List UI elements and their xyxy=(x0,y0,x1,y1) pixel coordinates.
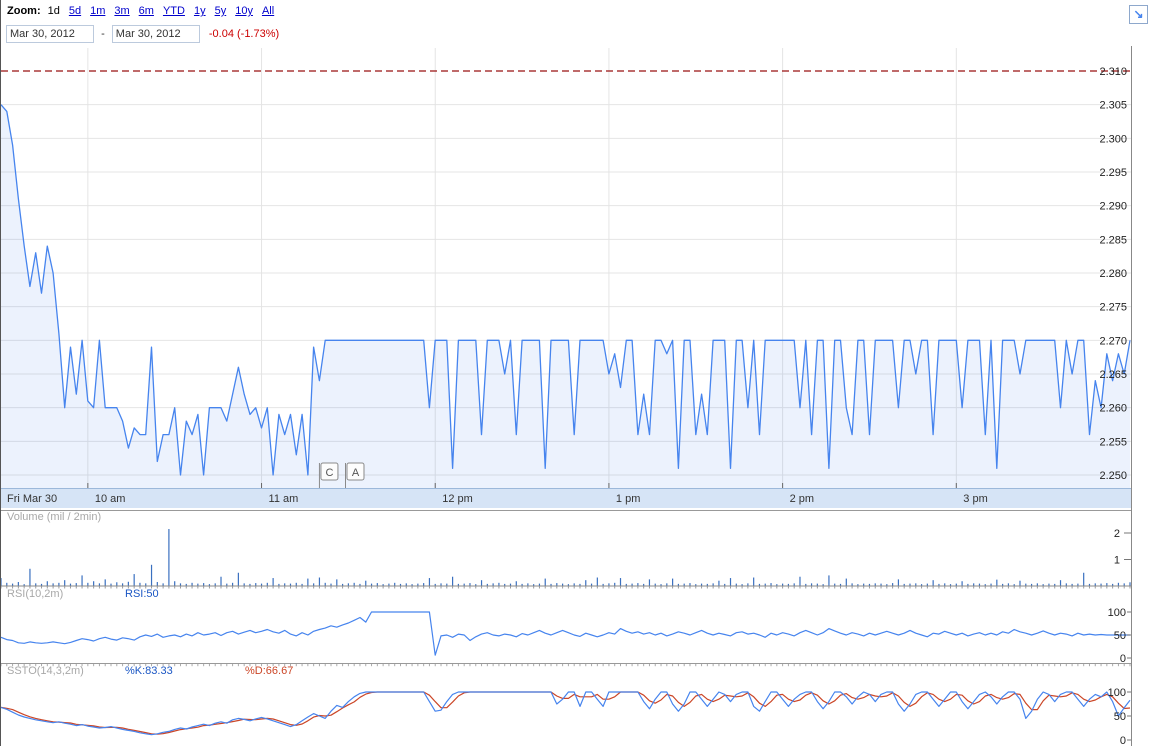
zoom-range-1m[interactable]: 1m xyxy=(90,5,105,17)
svg-text:2.280: 2.280 xyxy=(1099,268,1127,280)
date-from-input[interactable] xyxy=(6,25,94,43)
svg-text:2.295: 2.295 xyxy=(1099,167,1127,179)
rsi-panel: 050100 xyxy=(1,607,1131,665)
svg-text:2: 2 xyxy=(1114,528,1120,540)
zoom-range-5d[interactable]: 5d xyxy=(69,5,81,17)
svg-text:2.305: 2.305 xyxy=(1099,100,1127,112)
zoom-label: Zoom: xyxy=(7,5,41,17)
price-change-text: -0.04 (-1.73%) xyxy=(209,28,279,40)
svg-text:2.260: 2.260 xyxy=(1099,403,1127,415)
ssto-y-axis-labels: 0 50 100 xyxy=(1108,687,1131,746)
expand-icon[interactable]: ↘ xyxy=(1129,5,1148,24)
svg-text:2.265: 2.265 xyxy=(1099,369,1127,381)
zoom-range-YTD[interactable]: YTD xyxy=(163,5,185,17)
svg-text:100: 100 xyxy=(1108,687,1126,699)
ssto-d-readout: %D:66.67 xyxy=(245,665,293,677)
svg-text:3 pm: 3 pm xyxy=(963,493,987,505)
svg-text:50: 50 xyxy=(1114,630,1126,642)
left-border xyxy=(0,0,1,746)
svg-text:2.310: 2.310 xyxy=(1099,66,1127,78)
volume-panel: 12 xyxy=(0,511,1131,589)
zoom-ranges: 1d 5d 1m 3m 6m YTD 1y 5y 10y All xyxy=(48,5,284,17)
zoom-range-6m[interactable]: 6m xyxy=(139,5,154,17)
zoom-range-1d[interactable]: 1d xyxy=(48,5,60,17)
svg-text:2 pm: 2 pm xyxy=(790,493,814,505)
svg-text:2.285: 2.285 xyxy=(1099,234,1127,246)
date-to-input[interactable] xyxy=(112,25,200,43)
ssto-panel-label: SSTO(14,3,2m) xyxy=(7,665,84,677)
volume-panel-label: Volume (mil / 2min) xyxy=(7,511,101,523)
svg-text:11 am: 11 am xyxy=(269,493,299,505)
zoom-range-All[interactable]: All xyxy=(262,5,274,17)
date-range-row: - -0.04 (-1.73%) xyxy=(6,25,279,43)
svg-text:2.290: 2.290 xyxy=(1099,201,1127,213)
svg-text:2.300: 2.300 xyxy=(1099,133,1127,145)
svg-text:Fri Mar 30: Fri Mar 30 xyxy=(7,493,57,505)
ssto-k-readout: %K:83.33 xyxy=(125,665,173,677)
svg-text:A: A xyxy=(352,467,360,479)
svg-text:0: 0 xyxy=(1120,735,1126,746)
charts-canvas[interactable]: Fri Mar 30 10 am 11 am 12 pm 1 pm 2 pm 3 pm 2.2… xyxy=(0,0,1153,746)
svg-text:50: 50 xyxy=(1114,711,1126,723)
svg-text:1: 1 xyxy=(1114,555,1120,567)
toolbar: Zoom: 1d 5d 1m 3m 6m YTD 1y 5y 10y All xyxy=(7,5,283,17)
zoom-range-5y[interactable]: 5y xyxy=(215,5,227,17)
date-separator: - xyxy=(101,28,105,40)
svg-text:100: 100 xyxy=(1108,607,1126,619)
zoom-range-3m[interactable]: 3m xyxy=(114,5,129,17)
expand-arrow-glyph: ↘ xyxy=(1133,7,1143,21)
svg-text:2.250: 2.250 xyxy=(1099,470,1127,482)
right-border xyxy=(1131,46,1132,746)
zoom-range-10y[interactable]: 10y xyxy=(235,5,253,17)
svg-text:12 pm: 12 pm xyxy=(442,493,473,505)
svg-text:2.255: 2.255 xyxy=(1099,436,1127,448)
stock-chart-widget: Fri Mar 30 10 am 11 am 12 pm 1 pm 2 pm 3 pm 2.2… xyxy=(0,0,1153,746)
svg-text:2.270: 2.270 xyxy=(1099,335,1127,347)
svg-text:C: C xyxy=(325,467,333,479)
zoom-range-1y[interactable]: 1y xyxy=(194,5,206,17)
svg-text:10 am: 10 am xyxy=(95,493,126,505)
svg-text:2.275: 2.275 xyxy=(1099,302,1127,314)
svg-text:1 pm: 1 pm xyxy=(616,493,640,505)
rsi-panel-label: RSI(10,2m) xyxy=(7,588,63,600)
rsi-readout: RSI:50 xyxy=(125,588,159,600)
